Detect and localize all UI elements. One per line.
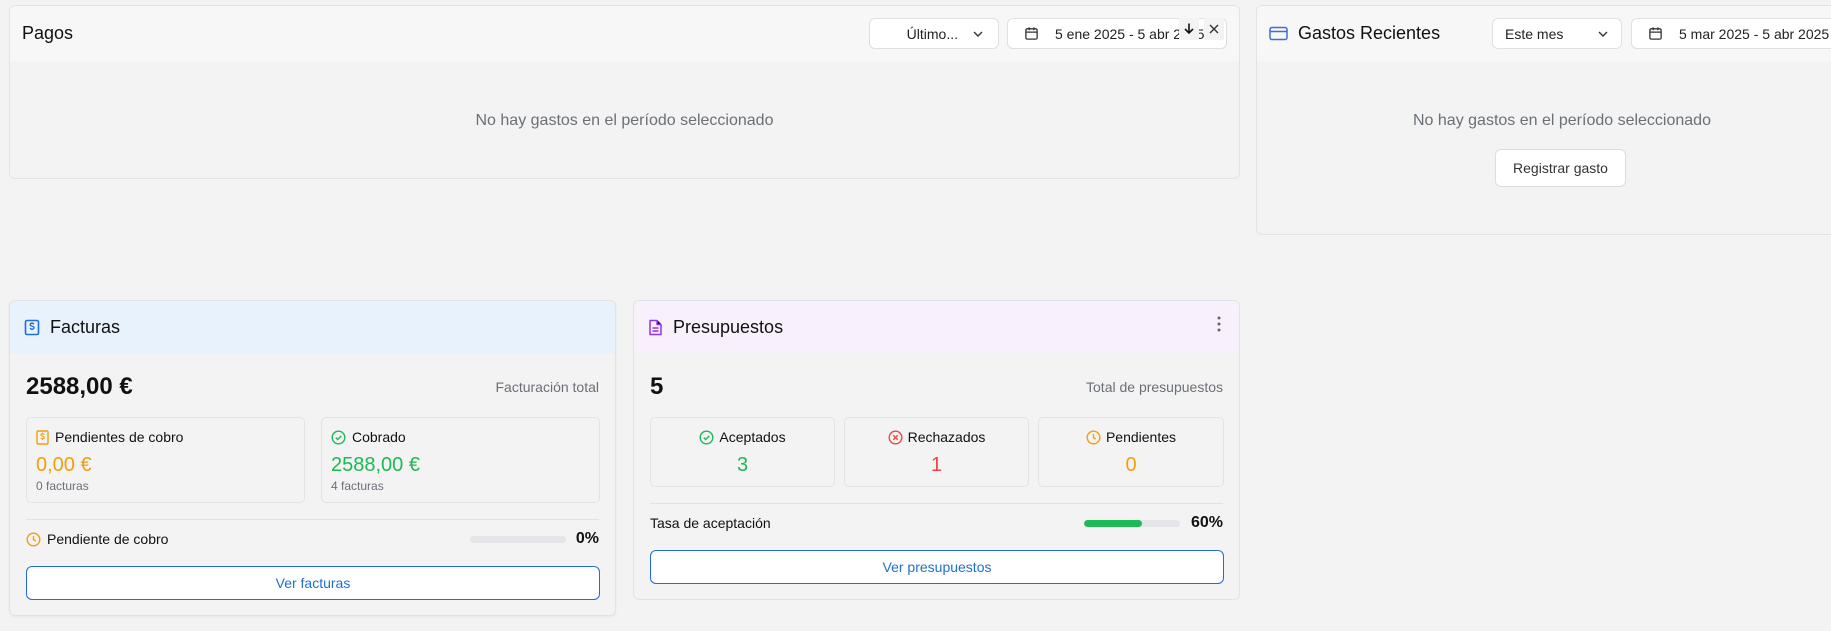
facturas-total-value: 2588,00 € (26, 373, 133, 400)
presupuestos-total-label: Total de presupuestos (1086, 379, 1223, 395)
facturas-card: Facturas 2588,00 € Facturación total Pen… (9, 300, 616, 616)
invoice-icon (36, 429, 49, 445)
accepted-value: 3 (736, 454, 749, 476)
rejected-box: Rechazados 1 (844, 417, 1029, 487)
accepted-label: Aceptados (719, 429, 786, 445)
more-vertical-icon[interactable] (1211, 314, 1227, 334)
rejected-label: Rechazados (907, 429, 986, 445)
collected-label: Cobrado (352, 429, 406, 445)
presupuestos-title: Presupuestos (673, 317, 784, 337)
gastos-period-label: Este mes (1505, 25, 1564, 42)
pending-collection-box: Pendientes de cobro 0,00 € 0 facturas (26, 417, 305, 503)
facturas-header: Facturas (10, 301, 615, 354)
acceptance-rate-label: Tasa de aceptación (650, 515, 771, 531)
presupuestos-divider (650, 503, 1223, 504)
register-expense-button[interactable]: Registrar gasto (1495, 149, 1626, 187)
credit-card-icon (1269, 26, 1288, 41)
pending-progress-label: Pendiente de cobro (47, 531, 169, 547)
facturas-title: Facturas (50, 317, 121, 337)
pagos-empty-message: No hay gastos en el período seleccionado (475, 112, 774, 129)
gastos-card: Gastos Recientes Este mes 5 mar 2025 - 5… (1256, 5, 1831, 235)
check-circle-icon (331, 429, 346, 445)
pending-collection-label: Pendientes de cobro (55, 429, 184, 445)
collected-value: 2588,00 € (331, 454, 420, 476)
close-icon[interactable] (1204, 18, 1224, 40)
acceptance-rate-bar (1084, 520, 1180, 527)
presupuestos-header: Presupuestos (634, 301, 1239, 354)
facturas-total-label: Facturación total (495, 379, 600, 395)
pagos-period-select[interactable]: Último... (869, 18, 999, 49)
presupuestos-card: Presupuestos 5 Total de presupuestos Ace… (633, 300, 1240, 600)
check-circle-icon (699, 429, 714, 445)
pagos-card: Pagos Último... 5 ene 2025 - 5 abr 2025 … (9, 5, 1240, 179)
chevron-down-icon (1597, 28, 1609, 40)
gastos-date-range[interactable]: 5 mar 2025 - 5 abr 2025 (1631, 18, 1831, 49)
gastos-date-label: 5 mar 2025 - 5 abr 2025 (1679, 25, 1830, 42)
pagos-title: Pagos (22, 23, 74, 43)
pending-box: Pendientes 0 (1038, 417, 1224, 487)
gastos-empty-message: No hay gastos en el período seleccionado (1413, 112, 1711, 129)
clock-icon (26, 531, 41, 547)
pending-collection-count: 0 facturas (36, 479, 89, 493)
invoice-icon (24, 319, 40, 336)
accepted-box: Aceptados 3 (650, 417, 835, 487)
pending-value: 0 (1125, 454, 1137, 476)
calendar-icon (1024, 26, 1039, 41)
pending-progress-percent: 0% (575, 530, 599, 547)
gastos-title: Gastos Recientes (1298, 23, 1441, 43)
pending-label: Pendientes (1105, 429, 1177, 445)
calendar-icon (1648, 26, 1663, 41)
collected-box: Cobrado 2588,00 € 4 facturas (321, 417, 600, 503)
gastos-period-select[interactable]: Este mes (1492, 18, 1622, 49)
download-icon[interactable] (1179, 18, 1199, 40)
acceptance-rate-percent: 60% (1190, 514, 1223, 531)
chevron-down-icon (972, 28, 984, 40)
pending-collection-value: 0,00 € (36, 454, 92, 476)
pending-progress-bar (470, 536, 566, 543)
view-budgets-button[interactable]: Ver presupuestos (650, 550, 1224, 584)
view-invoices-button[interactable]: Ver facturas (26, 566, 600, 600)
clock-icon (1086, 429, 1101, 445)
pagos-period-label: Último... (906, 25, 958, 42)
facturas-divider (26, 519, 599, 520)
presupuestos-total-value: 5 (650, 373, 664, 400)
acceptance-rate-fill (1084, 520, 1142, 527)
rejected-value: 1 (930, 454, 943, 476)
x-circle-icon (888, 429, 903, 445)
collected-count: 4 facturas (331, 479, 384, 493)
document-icon (648, 319, 663, 336)
